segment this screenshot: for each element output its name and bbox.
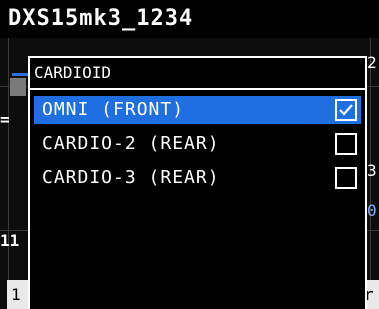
option-omni-front[interactable]: OMNI (FRONT) bbox=[34, 96, 361, 124]
option-label: OMNI (FRONT) bbox=[42, 99, 185, 120]
checkbox-checked[interactable] bbox=[335, 99, 357, 121]
device-title: DXS15mk3_1234 bbox=[0, 0, 379, 38]
dialog-title: CARDIOID bbox=[30, 58, 365, 90]
channel-box[interactable]: 1 bbox=[7, 280, 29, 309]
right-fragment: 2 bbox=[367, 53, 377, 72]
checkbox-unchecked[interactable] bbox=[335, 167, 357, 189]
channel-number: 11 bbox=[0, 231, 20, 250]
screen: DXS15mk3_1234 = 11 1 2 3 0 r CARDIOID OM… bbox=[0, 0, 379, 309]
right-fragment: 3 bbox=[367, 161, 377, 180]
equals-marker: = bbox=[0, 110, 10, 129]
check-icon bbox=[339, 104, 353, 116]
bg-divider bbox=[8, 38, 9, 309]
checkbox-unchecked[interactable] bbox=[335, 133, 357, 155]
option-label: CARDIO-2 (REAR) bbox=[42, 133, 220, 154]
right-fragment: 0 bbox=[367, 201, 377, 220]
level-meter bbox=[10, 78, 26, 96]
cardioid-dialog: CARDIOID OMNI (FRONT) CARDIO-2 (REAR) CA… bbox=[28, 56, 367, 309]
level-indicator bbox=[12, 73, 28, 76]
option-cardio-3-rear[interactable]: CARDIO-3 (REAR) bbox=[34, 164, 361, 192]
option-cardio-2-rear[interactable]: CARDIO-2 (REAR) bbox=[34, 130, 361, 158]
option-label: CARDIO-3 (REAR) bbox=[42, 167, 220, 188]
